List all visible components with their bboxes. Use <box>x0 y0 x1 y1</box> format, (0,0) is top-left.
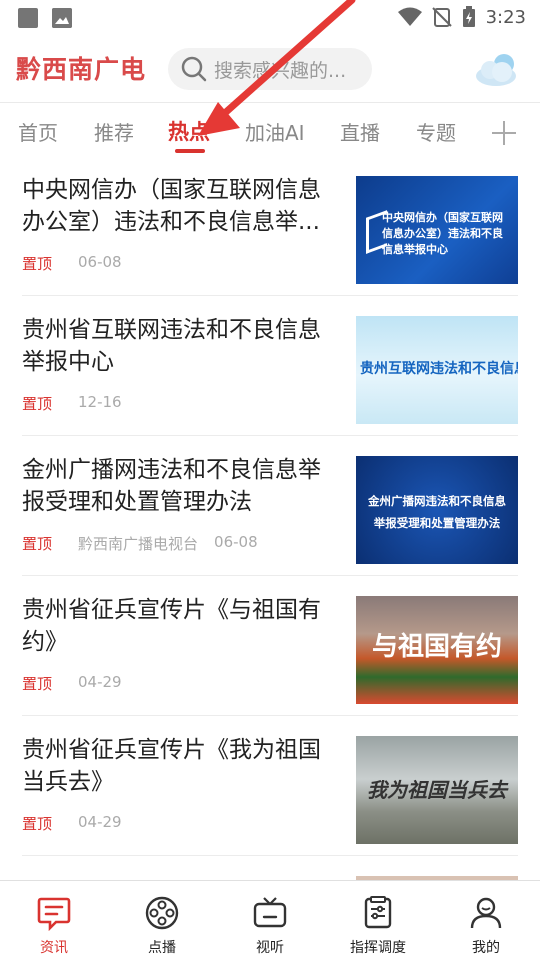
news-thumbnail: 中央网信办（国家互联网信息办公室）违法和不良信息举报中心 <box>356 176 518 284</box>
tab-recommend[interactable]: 推荐 <box>94 117 134 146</box>
nav-audio-video[interactable]: 视听 <box>216 881 324 961</box>
news-thumbnail: 与祖国有约 <box>356 596 518 704</box>
news-date: 12-16 <box>78 393 122 411</box>
news-meta: 置顶 12-16 <box>22 393 122 414</box>
nav-label: 视听 <box>256 940 284 956</box>
app-logo: 黔西南广电 <box>16 55 147 84</box>
search-placeholder: 搜索感兴趣的... <box>214 59 347 82</box>
app-header: 黔西南广电 搜索感兴趣的... <box>0 36 540 100</box>
tab-topics[interactable]: 专题 <box>416 117 456 146</box>
pinned-badge: 置顶 <box>22 255 53 273</box>
tab-ai[interactable]: 加油AI <box>245 117 305 146</box>
status-bar: 3:23 <box>0 0 540 36</box>
news-thumbnail: 我为祖国当兵去 <box>356 736 518 844</box>
news-date: 04-29 <box>78 673 122 691</box>
nav-label: 资讯 <box>40 940 68 956</box>
pinned-badge: 置顶 <box>22 395 53 413</box>
news-item[interactable]: 中央网信办（国家互联网信息办公室）违法和不良信息举... 置顶 06-08 中央… <box>0 156 540 296</box>
news-title: 金州广播网违法和不良信息举报受理和处置管理办法 <box>22 457 321 515</box>
news-item[interactable]: 贵州省征兵宣传片《与祖国有约》 置顶 04-29 与祖国有约 <box>0 576 540 716</box>
pinned-badge: 置顶 <box>22 815 53 833</box>
add-channel-icon[interactable] <box>490 119 518 147</box>
tv-icon <box>253 897 287 928</box>
news-thumbnail: 金州广播网违法和不良信息举报受理和处置管理办法 <box>356 456 518 564</box>
nav-label: 点播 <box>148 940 176 956</box>
weather-cloud-icon[interactable] <box>472 50 520 88</box>
news-date: 04-29 <box>78 813 122 831</box>
nav-vod[interactable]: 点播 <box>108 881 216 961</box>
news-date: 06-08 <box>214 533 258 551</box>
thumbnail-caption: 贵州互联网违法和不良信息举报 <box>360 361 518 377</box>
news-title: 中央网信办（国家互联网信息办公室）违法和不良信息举... <box>22 177 321 235</box>
tab-hot[interactable]: 热点 <box>168 116 210 146</box>
news-date: 06-08 <box>78 253 122 271</box>
battery-charging-icon <box>462 6 475 27</box>
channel-tabs: 首页 推荐 热点 加油AI 直播 专题 <box>0 102 540 157</box>
notification-square-icon <box>18 8 38 28</box>
news-item[interactable]: 贵州省征兵宣传片《我为祖国当兵去》 置顶 04-29 我为祖国当兵去 <box>0 716 540 856</box>
news-title: 贵州省征兵宣传片《与祖国有约》 <box>22 597 321 655</box>
dispatch-icon <box>364 896 392 929</box>
film-reel-icon <box>145 896 179 930</box>
news-title: 贵州省互联网违法和不良信息举报中心 <box>22 317 321 375</box>
pinned-badge: 置顶 <box>22 675 53 693</box>
thumbnail-caption: 我为祖国当兵去 <box>367 778 507 802</box>
clock: 3:23 <box>485 6 526 28</box>
search-box[interactable]: 搜索感兴趣的... <box>168 48 372 90</box>
news-item[interactable] <box>0 856 540 880</box>
news-item[interactable]: 金州广播网违法和不良信息举报受理和处置管理办法 置顶 黔西南广播电视台 06-0… <box>0 436 540 576</box>
thumbnail-caption: 金州广播网违法和不良信息举报受理和处置管理办法 <box>368 494 506 530</box>
tab-home[interactable]: 首页 <box>18 117 58 146</box>
tab-live[interactable]: 直播 <box>340 117 380 146</box>
news-meta: 置顶 04-29 <box>22 813 122 834</box>
news-meta: 置顶 06-08 <box>22 253 122 274</box>
pinned-badge: 置顶 <box>22 535 53 553</box>
no-signal-icon <box>431 7 452 27</box>
news-title: 贵州省征兵宣传片《我为祖国当兵去》 <box>22 737 321 795</box>
bottom-navigation: 资讯 点播 视听 指挥调度 我的 <box>0 880 540 961</box>
news-meta: 置顶 黔西南广播电视台 06-08 <box>22 533 258 554</box>
wifi-icon <box>397 7 422 26</box>
news-thumbnail: 贵州互联网违法和不良信息举报 <box>356 316 518 424</box>
nav-label: 我的 <box>472 940 500 956</box>
active-tab-indicator <box>175 149 205 153</box>
nav-dispatch[interactable]: 指挥调度 <box>324 881 432 961</box>
thumbnail-caption: 与祖国有约 <box>371 632 502 662</box>
search-icon <box>181 56 207 82</box>
news-icon <box>37 897 71 931</box>
nav-news[interactable]: 资讯 <box>0 881 108 961</box>
news-item[interactable]: 贵州省互联网违法和不良信息举报中心 置顶 12-16 贵州互联网违法和不良信息举… <box>0 296 540 436</box>
image-notification-icon <box>52 8 72 28</box>
news-meta: 置顶 04-29 <box>22 673 122 694</box>
user-icon <box>470 897 502 929</box>
thumbnail-caption: 中央网信办（国家互联网信息办公室）违法和不良信息举报中心 <box>382 211 503 256</box>
news-list: 中央网信办（国家互联网信息办公室）违法和不良信息举... 置顶 06-08 中央… <box>0 156 540 880</box>
nav-label: 指挥调度 <box>350 940 406 956</box>
news-source: 黔西南广播电视台 <box>78 535 199 553</box>
nav-profile[interactable]: 我的 <box>432 881 540 961</box>
